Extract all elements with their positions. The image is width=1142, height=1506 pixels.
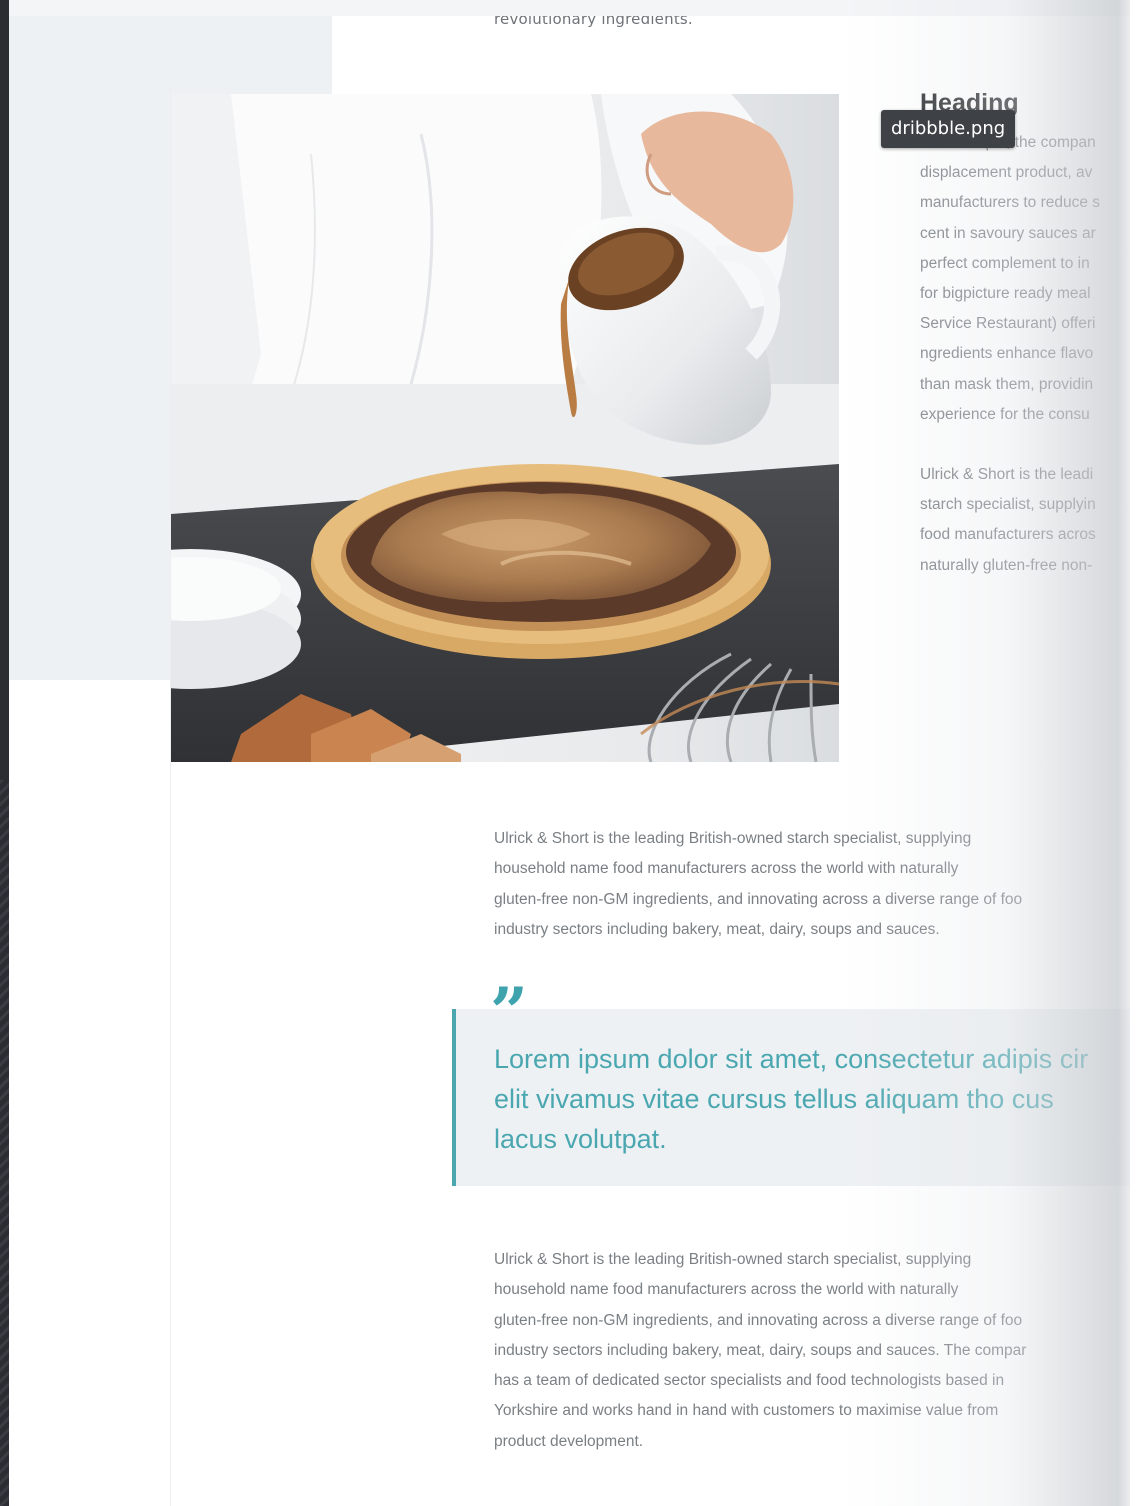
quote-line: lacus volutpat. bbox=[494, 1124, 667, 1154]
canvas-top-edge bbox=[0, 0, 1142, 16]
quote-line: elit vivamus vitae cursus tellus aliquam… bbox=[494, 1084, 1054, 1114]
canvas-hatch-pattern bbox=[0, 780, 9, 1506]
body-line: Ulrick & Short is the leading British-ow… bbox=[494, 1251, 972, 1268]
side-paragraph-2: Ulrick & Short is the leadi starch speci… bbox=[920, 460, 1142, 581]
quote-mark-icon: ” bbox=[490, 973, 528, 1051]
side-line: displacement product, av bbox=[920, 164, 1093, 182]
cut-off-text-line: revolutionary ingredients. bbox=[494, 16, 693, 28]
side-column: Heading For example, the compan displace… bbox=[920, 88, 1142, 581]
hero-photo bbox=[171, 94, 839, 762]
side-line: Ulrick & Short is the leadi bbox=[920, 466, 1094, 484]
side-line: cent in savoury sauces ar bbox=[920, 224, 1096, 242]
page-artboard: revolutionary ingredients. Heading the c… bbox=[9, 16, 1142, 1506]
body-line: household name food manufacturers across… bbox=[494, 860, 959, 878]
side-paragraph-1: For example, the compan displacement pro… bbox=[920, 128, 1142, 430]
body-line: gluten-free non-GM ingredients, and inno… bbox=[494, 890, 1023, 908]
quote-line: Lorem ipsum dolor sit amet, consectetur … bbox=[494, 1044, 1089, 1074]
body-paragraph-2: Ulrick & Short is the leading British-ow… bbox=[494, 1245, 1142, 1457]
canvas-left-edge bbox=[0, 0, 9, 1506]
body-line: household name food manufacturers across… bbox=[494, 1281, 959, 1299]
body-line: has a team of dedicated sector specialis… bbox=[494, 1372, 1005, 1390]
side-line: ngredients enhance flavo bbox=[920, 345, 1094, 363]
filename-tooltip: dribbble.png bbox=[881, 110, 1016, 148]
body-line: industry sectors including bakery, meat,… bbox=[494, 1341, 1027, 1359]
canvas-right-edge bbox=[1130, 0, 1142, 1506]
body-line: product development. bbox=[494, 1432, 644, 1450]
blockquote-text: Lorem ipsum dolor sit amet, consectetur … bbox=[494, 1039, 1142, 1159]
side-line: Service Restaurant) offeri bbox=[920, 315, 1096, 333]
side-line: food manufacturers acros bbox=[920, 526, 1096, 544]
body-line: Ulrick & Short is the leading British-ow… bbox=[494, 830, 972, 847]
caramel-tart-image bbox=[171, 94, 839, 762]
side-line: than mask them, providin bbox=[920, 375, 1094, 393]
side-line: for bigpicture ready meal bbox=[920, 285, 1091, 303]
side-line: manufacturers to reduce s bbox=[920, 194, 1101, 212]
body-line: industry sectors including bakery, meat,… bbox=[494, 920, 940, 938]
body-line: gluten-free non-GM ingredients, and inno… bbox=[494, 1311, 1023, 1329]
side-line: experience for the consu bbox=[920, 405, 1090, 423]
side-line: perfect complement to in bbox=[920, 254, 1090, 272]
body-paragraph-1: Ulrick & Short is the leading British-ow… bbox=[494, 824, 1142, 945]
side-line: starch specialist, supplyin bbox=[920, 496, 1096, 514]
side-line: naturally gluten-free non- bbox=[920, 556, 1093, 574]
body-line: Yorkshire and works hand in hand with cu… bbox=[494, 1402, 999, 1420]
screenshot-stage: revolutionary ingredients. Heading the c… bbox=[0, 0, 1142, 1506]
